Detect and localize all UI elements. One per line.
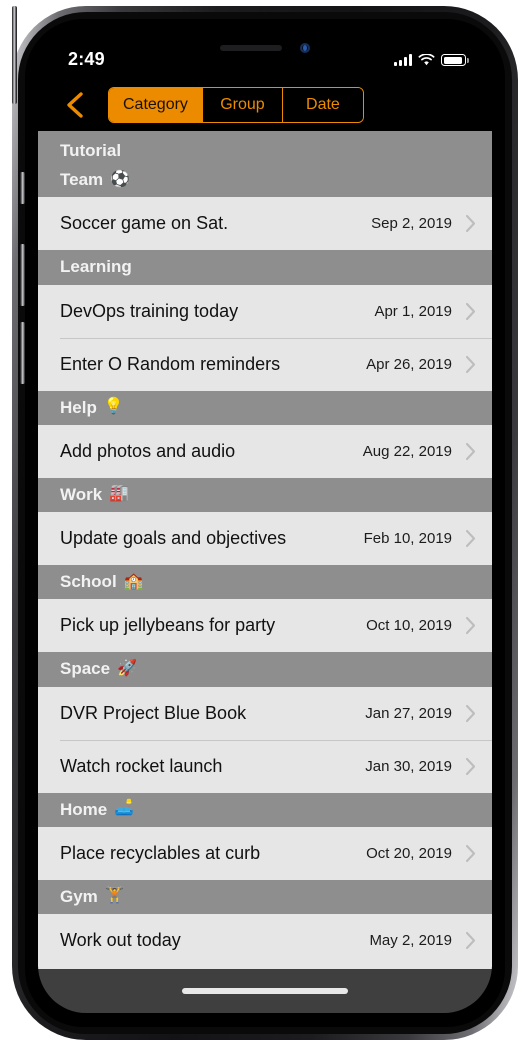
back-button[interactable] [52, 85, 98, 125]
reminder-row[interactable]: Pick up jellybeans for party Oct 10, 2019 [38, 599, 492, 653]
section-header-label: Team [60, 170, 104, 189]
section-emoji-icon: 🛋️ [114, 800, 135, 818]
segment-group[interactable]: Group [202, 88, 283, 122]
disclosure-chevron-icon [464, 931, 476, 951]
volume-up-button[interactable] [20, 244, 25, 306]
wifi-icon [418, 54, 435, 66]
reminder-date: Aug 22, 2019 [362, 442, 452, 460]
reminder-row[interactable]: Soccer game on Sat. Sep 2, 2019 [38, 197, 492, 251]
segment-category[interactable]: Category [109, 88, 203, 122]
section-header: School 🏫 [38, 565, 492, 600]
reminder-row[interactable]: DVR Project Blue Book Jan 27, 2019 [38, 686, 492, 740]
reminder-title: Update goals and objectives [60, 528, 287, 548]
section-header-label: Space [60, 659, 111, 679]
disclosure-chevron-icon [464, 214, 476, 234]
section-emoji-icon: 💡 [103, 398, 124, 416]
disclosure-chevron-icon [464, 616, 476, 636]
sections-container: Team ⚽ Soccer game on Sat. Sep 2, 2019 Learn… [38, 163, 492, 967]
section-header: Work 🏭 [38, 477, 492, 512]
volume-down-button[interactable] [20, 322, 25, 384]
section-header: Help 💡 [38, 390, 492, 425]
reminder-title: Enter O Random reminders [60, 353, 281, 374]
reminder-date: Apr 1, 2019 [374, 302, 452, 320]
reminder-date: Jan 27, 2019 [365, 704, 452, 722]
section-header-label: School [60, 572, 117, 591]
reminder-date: Jan 30, 2019 [365, 757, 452, 775]
reminder-date: Oct 10, 2019 [366, 617, 452, 635]
notch [160, 33, 370, 62]
section-emoji-icon: ⚽ [110, 170, 131, 188]
mute-switch[interactable] [20, 172, 25, 204]
reminder-title: DevOps training today [60, 300, 239, 321]
reminder-title: DVR Project Blue Book [60, 702, 247, 723]
front-camera-icon [300, 42, 310, 53]
reminder-list[interactable]: Tutorial Team ⚽ Soccer game on Sat. Sep 2, … [38, 131, 492, 969]
reminder-row[interactable]: DevOps training today Apr 1, 2019 [38, 284, 492, 338]
reminder-row[interactable]: Work out today May 2, 2019 [38, 914, 492, 967]
section-emoji-icon: 🏋️ [104, 887, 125, 905]
disclosure-chevron-icon [464, 529, 476, 549]
section-header-label: Gym [60, 886, 98, 906]
section-header-label: Help [60, 397, 97, 417]
section-header-label: Home [60, 799, 108, 819]
home-bar-area [38, 969, 492, 1013]
reminder-date: Feb 10, 2019 [363, 530, 452, 547]
nav-bar: Category Group Date [38, 79, 492, 131]
battery-icon [441, 54, 469, 66]
section-header: Gym 🏋️ [38, 879, 492, 914]
reminder-row[interactable]: Place recyclables at curb Oct 20, 2019 [38, 826, 492, 880]
list-title: Tutorial [38, 131, 492, 163]
section-header: Home 🛋️ [38, 792, 492, 827]
segment-date[interactable]: Date [282, 88, 363, 122]
section-header: Space 🚀 [38, 652, 492, 687]
earpiece-speaker-icon [220, 44, 282, 51]
reminder-row[interactable]: Enter O Random reminders Apr 26, 2019 [38, 337, 492, 391]
section-header-label: Work [60, 484, 103, 504]
back-chevron-icon [67, 92, 83, 118]
power-button[interactable] [12, 6, 17, 104]
reminder-date: Oct 20, 2019 [366, 844, 452, 862]
reminder-title: Pick up jellybeans for party [60, 615, 276, 636]
reminder-title: Place recyclables at curb [60, 842, 261, 863]
cellular-signal-icon [394, 54, 412, 66]
sort-segmented-control[interactable]: Category Group Date [108, 87, 364, 123]
reminder-title: Soccer game on Sat. [60, 213, 229, 234]
disclosure-chevron-icon [464, 301, 476, 321]
reminder-title: Add photos and audio [60, 440, 236, 461]
section-header: Team ⚽ [38, 163, 492, 198]
disclosure-chevron-icon [464, 441, 476, 461]
reminder-date: May 2, 2019 [369, 932, 452, 949]
reminder-row[interactable]: Watch rocket launch Jan 30, 2019 [38, 739, 492, 793]
reminder-title: Work out today [60, 930, 181, 950]
reminder-title: Watch rocket launch [60, 755, 223, 776]
disclosure-chevron-icon [464, 703, 476, 723]
section-emoji-icon: 🏭 [109, 485, 130, 503]
home-indicator[interactable] [182, 988, 348, 994]
reminder-row[interactable]: Add photos and audio Aug 22, 2019 [38, 424, 492, 478]
disclosure-chevron-icon [464, 354, 476, 374]
section-emoji-icon: 🏫 [123, 572, 144, 590]
status-time: 2:49 [68, 48, 105, 69]
disclosure-chevron-icon [464, 756, 476, 776]
section-header: Learning [38, 250, 492, 285]
status-icons [394, 46, 469, 66]
disclosure-chevron-icon [464, 843, 476, 863]
section-header-label: Learning [60, 257, 132, 277]
battery-fill [443, 56, 462, 64]
section-emoji-icon: 🚀 [117, 659, 138, 677]
reminder-date: Apr 26, 2019 [366, 355, 452, 373]
reminder-row[interactable]: Update goals and objectives Feb 10, 2019 [38, 512, 492, 565]
reminder-date: Sep 2, 2019 [371, 215, 452, 233]
phone-screen: 2:49 Category Group Date Tutorial Team ⚽… [38, 33, 492, 1013]
